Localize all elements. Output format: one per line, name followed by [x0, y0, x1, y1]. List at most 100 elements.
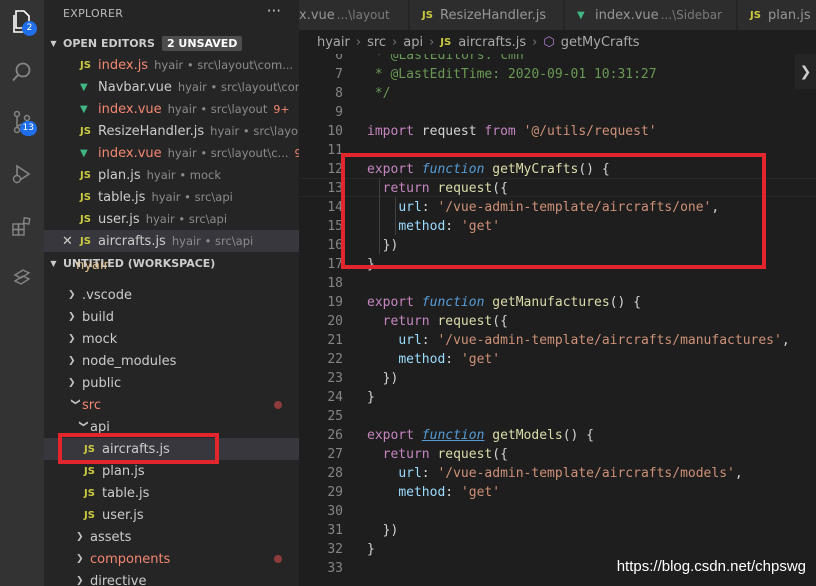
- property: method: [398, 485, 446, 500]
- open-editor-item[interactable]: JS table.js hyair • src\api: [44, 186, 299, 208]
- punctuation: :: [421, 466, 438, 481]
- js-file-icon: JS: [84, 465, 95, 477]
- tree-folder-src[interactable]: ❯ src: [44, 394, 299, 416]
- open-editor-item[interactable]: JS user.js hyair • src\api: [44, 208, 299, 230]
- file-path: hyair • src\api: [171, 234, 254, 248]
- tree-folder[interactable]: ❯ node_modules: [44, 350, 299, 372]
- file-name: table.js: [102, 485, 150, 501]
- tree-folder[interactable]: ❯ mock: [44, 328, 299, 350]
- tree-folder[interactable]: ❯ directive: [44, 570, 299, 586]
- punctuation: ,: [734, 466, 743, 481]
- modified-dot: [274, 401, 282, 409]
- tab[interactable]: JS ResizeHandler.js: [410, 0, 564, 30]
- file-name: ResizeHandler.js: [98, 123, 205, 139]
- vue-file-icon: ▼: [80, 103, 88, 115]
- chevron-down-icon: ❯: [70, 398, 80, 406]
- breadcrumb-separator: ›: [429, 34, 435, 50]
- punctuation: }: [367, 542, 375, 557]
- line-number: 17: [327, 257, 343, 272]
- file-path: hyair • src\api: [151, 190, 233, 204]
- unsaved-badge: 2 UNSAVED: [161, 35, 243, 51]
- line-number: 25: [327, 409, 343, 424]
- tab-label: plan.js: [768, 7, 811, 23]
- code-line: method: 'get': [367, 352, 500, 367]
- tab[interactable]: JS plan.js: [738, 0, 816, 30]
- tab[interactable]: x.vue ...\layout: [299, 0, 409, 30]
- open-editors-header[interactable]: ▼ OPEN EDITORS 2 UNSAVED: [44, 32, 299, 54]
- code-comment: * @LastEditors: cmh: [375, 54, 524, 63]
- breadcrumb-root[interactable]: hyair: [317, 35, 350, 50]
- function-name: getManufactures: [492, 295, 610, 310]
- chevron-right-icon: ❯: [76, 554, 84, 564]
- tree-root-folder[interactable]: hyair: [44, 262, 299, 278]
- tree-file[interactable]: JS table.js: [44, 482, 299, 504]
- line-number: 18: [327, 276, 343, 291]
- explorer-icon[interactable]: 2: [6, 6, 38, 38]
- js-file-icon: JS: [80, 213, 91, 225]
- folder-name: components: [90, 551, 171, 567]
- keyword: function: [421, 295, 485, 310]
- punctuation: ,: [781, 333, 790, 348]
- breadcrumb-separator: ›: [355, 34, 362, 50]
- string: '/vue-admin-template/aircrafts/manufactu…: [437, 333, 782, 348]
- more-actions-icon[interactable]: ···: [267, 2, 281, 20]
- punctuation: ({: [492, 314, 508, 329]
- folder-name: node_modules: [82, 353, 177, 369]
- tree-folder[interactable]: ❯ build: [44, 306, 299, 328]
- open-editor-item-active[interactable]: ✕ JS aircrafts.js hyair • src\api: [44, 230, 299, 252]
- tab-label: index.vue: [595, 7, 659, 23]
- string: 'get': [460, 352, 501, 367]
- breadcrumb-symbol[interactable]: getMyCrafts: [561, 35, 640, 50]
- open-editor-item[interactable]: ▼ index.vue hyair • src\layout 9+: [44, 98, 299, 120]
- line-number: 32: [327, 542, 343, 557]
- breadcrumb-separator: ›: [392, 34, 398, 50]
- js-file-icon: JS: [80, 191, 91, 203]
- code-line: return request({: [367, 447, 508, 462]
- breadcrumb-api[interactable]: api: [403, 35, 423, 50]
- chevron-right-icon: ❯: [68, 334, 76, 344]
- code-line: export function getModels() {: [367, 428, 594, 443]
- editor-tabs: x.vue ...\layout JS ResizeHandler.js ▼ i…: [299, 0, 816, 30]
- breadcrumb-src[interactable]: src: [367, 35, 386, 50]
- tree-folder[interactable]: ❯ public: [44, 372, 299, 394]
- code-line: }: [367, 542, 375, 557]
- tree-folder[interactable]: ❯ assets: [44, 526, 299, 548]
- js-file-icon: JS: [80, 125, 91, 137]
- line-number: 23: [327, 371, 343, 386]
- chevron-right-icon[interactable]: ❯: [795, 54, 816, 89]
- source-control-icon[interactable]: 13: [6, 106, 38, 138]
- string: '/vue-admin-template/aircrafts/models': [437, 466, 735, 481]
- code-editor[interactable]: 6 7 8 9 10 11 12 13 14 15 16 17 18 19 20…: [299, 54, 816, 586]
- search-icon[interactable]: [6, 56, 38, 88]
- open-editor-item[interactable]: JS index.js hyair • src\layout\com... 5: [44, 54, 299, 76]
- tab-path: ...\Sidebar: [660, 8, 722, 22]
- vue-file-icon: ▼: [80, 147, 88, 159]
- extensions-icon[interactable]: [6, 210, 38, 242]
- js-file-icon: JS: [750, 9, 761, 21]
- keyword: return: [382, 447, 430, 462]
- tree-folder[interactable]: ❯ components: [44, 548, 299, 570]
- keyword: return: [382, 314, 430, 329]
- breadcrumb-file[interactable]: aircrafts.js: [458, 35, 526, 50]
- code-line: url: '/vue-admin-template/aircrafts/manu…: [367, 333, 790, 348]
- open-editor-item[interactable]: ▼ index.vue hyair • src\layout\c... 9+: [44, 142, 299, 164]
- tab[interactable]: ▼ index.vue ...\Sidebar: [565, 0, 737, 30]
- file-path: hyair • src\layout\com...: [154, 58, 294, 72]
- js-file-icon: JS: [84, 487, 95, 499]
- open-editor-item[interactable]: JS plan.js hyair • mock: [44, 164, 299, 186]
- file-path: hyair • src\layout\com...: [177, 80, 299, 94]
- open-editor-item[interactable]: ▼ Navbar.vue hyair • src\layout\com...: [44, 76, 299, 98]
- tree-folder[interactable]: ❯ .vscode: [44, 284, 299, 306]
- punctuation: }): [382, 523, 399, 538]
- line-number: 30: [327, 504, 343, 519]
- open-editor-item[interactable]: JS ResizeHandler.js hyair • src\layout\.…: [44, 120, 299, 142]
- line-number: 7: [335, 67, 343, 82]
- close-icon[interactable]: ✕: [62, 234, 80, 249]
- file-name: plan.js: [98, 167, 141, 183]
- property: url: [398, 333, 422, 348]
- remote-icon[interactable]: [6, 262, 38, 294]
- run-debug-icon[interactable]: [6, 158, 38, 190]
- line-number: 11: [327, 143, 343, 158]
- tree-file[interactable]: JS user.js: [44, 504, 299, 526]
- punctuation: :: [445, 352, 461, 367]
